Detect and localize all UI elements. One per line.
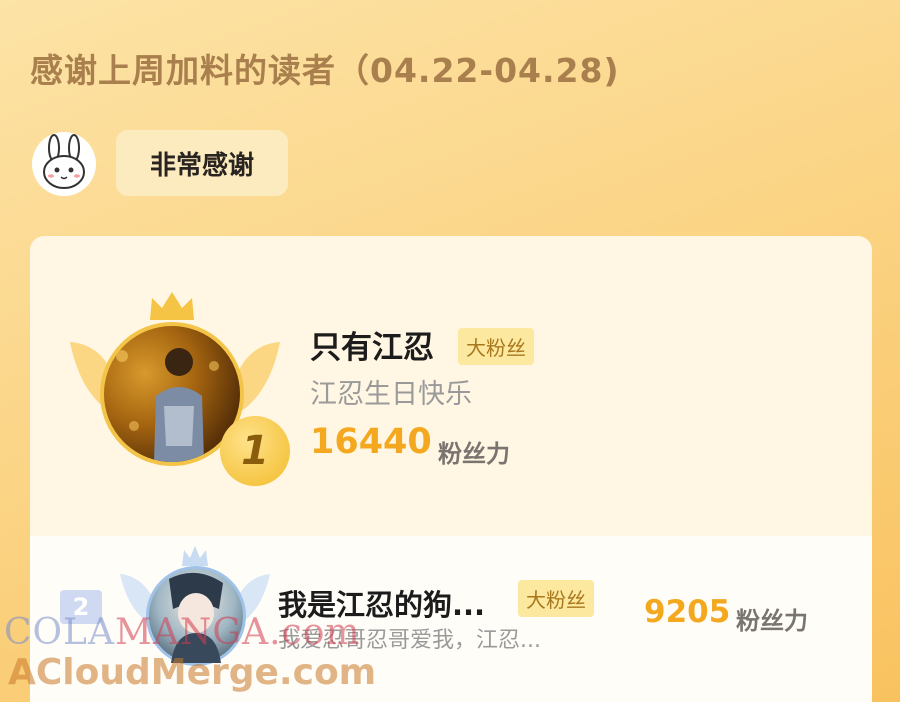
thanks-bubble: 非常感谢 [116,130,288,196]
watermark-part-domain: .com [269,612,361,653]
rank2-fan-badge: 大粉丝 [518,580,594,617]
watermark-part-manga: MANGA [114,612,270,653]
bunny-avatar-icon [32,132,96,196]
rank1-score: 16440 [310,422,432,462]
rank1-message: 江忍生日快乐 [310,379,472,410]
watermark-acloudmerge: ACloudMerge.com [8,652,377,693]
rank1-avatar-frame[interactable]: 1 [70,292,290,486]
rank1-badge: 1 [220,416,290,486]
page-title: 感谢上周加料的读者（04.22-04.28) [30,51,620,90]
rank1-score-unit: 粉丝力 [438,440,510,468]
rank2-score-unit: 粉丝力 [736,607,808,635]
watermark-part-cola: COLA [4,612,115,653]
rank1-username[interactable]: 只有江忍 [310,322,434,367]
rank1-fan-badge: 大粉丝 [458,328,534,365]
rank2-score: 9205 [644,594,731,630]
watermark-colamanga: COLAMANGA.com [4,612,361,653]
